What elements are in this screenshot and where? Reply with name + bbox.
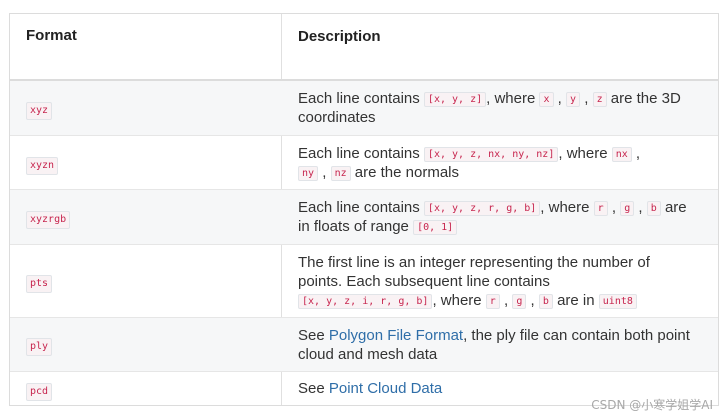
description-text: See [298, 327, 329, 344]
format-cell: xyzn [26, 156, 59, 175]
description-cell-ply: See Polygon File Format, the ply file ca… [298, 326, 694, 364]
inline-code: b [538, 294, 553, 309]
description-text: are the normals [350, 164, 459, 181]
inline-code: nz [330, 166, 351, 181]
header-format: Format [26, 27, 77, 44]
format-cell: pcd [26, 382, 53, 401]
description-text: , where [432, 292, 486, 309]
description-text: , where [540, 199, 594, 216]
format-code-pcd: pcd [26, 383, 53, 401]
description-text: , where [558, 145, 612, 162]
inline-code: [x, y, z, r, g, b] [423, 201, 541, 216]
description-text: , [499, 292, 513, 309]
inline-code: [x, y, z, nx, ny, nz] [423, 147, 559, 162]
table-row-xyzrgb: xyzrgb Each line contains [x, y, z, r, g… [10, 190, 718, 245]
inline-code: r [593, 201, 608, 216]
description-text: Each line contains [298, 90, 424, 107]
format-code-xyzn: xyzn [26, 157, 59, 175]
inline-code: ny [298, 166, 319, 181]
description-text: are in [552, 292, 599, 309]
inline-code: [0, 1] [413, 220, 458, 235]
format-cell: ply [26, 337, 53, 356]
inline-code: uint8 [598, 294, 637, 309]
description-text: Each line contains [298, 145, 424, 162]
format-code-ply: ply [26, 338, 53, 356]
inline-code: g [620, 201, 635, 216]
description-cell-xyzrgb: Each line contains [x, y, z, r, g, b], w… [298, 198, 694, 236]
inline-code: g [512, 294, 527, 309]
inline-code: y [566, 92, 581, 107]
inline-code: x [539, 92, 554, 107]
description-cell-pts: The first line is an integer representin… [298, 253, 694, 310]
format-code-xyz: xyz [26, 102, 53, 120]
point-cloud-data-link[interactable]: Point Cloud Data [329, 380, 442, 397]
description-text: , [318, 164, 331, 181]
table-row-xyz: xyz Each line contains [x, y, z], where … [10, 81, 718, 136]
header-description: Description [298, 28, 381, 45]
table-row-xyzn: xyzn Each line contains [x, y, z, nx, ny… [10, 136, 718, 190]
inline-code: b [646, 201, 661, 216]
table-row-pts: pts The first line is an integer represe… [10, 245, 718, 318]
format-code-xyzrgb: xyzrgb [26, 211, 71, 229]
format-table: Format Description xyz Each line contain… [9, 13, 719, 406]
description-text: , [580, 90, 593, 107]
description-text: See [298, 380, 329, 397]
inline-code: [x, y, z, i, r, g, b] [298, 294, 433, 309]
table-header: Format Description [10, 14, 718, 81]
description-cell-xyz: Each line contains [x, y, z], where x , … [298, 89, 694, 127]
polygon-file-format-link[interactable]: Polygon File Format [329, 327, 463, 344]
format-cell: xyz [26, 101, 53, 120]
description-text: Each line contains [298, 199, 424, 216]
description-text: The first line is an integer representin… [298, 254, 650, 290]
description-text: , where [486, 90, 540, 107]
table-row-ply: ply See Polygon File Format, the ply fil… [10, 318, 718, 372]
inline-code: z [592, 92, 607, 107]
description-text: , [607, 199, 621, 216]
description-text: , [634, 199, 647, 216]
inline-code: r [485, 294, 500, 309]
csdn-watermark: CSDN @小寒学姐学AI [591, 398, 713, 412]
format-cell: xyzrgb [26, 210, 71, 229]
description-text: , [553, 90, 567, 107]
format-code-pts: pts [26, 275, 53, 293]
description-cell-xyzn: Each line contains [x, y, z, nx, ny, nz]… [298, 144, 694, 182]
description-text: , [526, 292, 539, 309]
inline-code: [x, y, z] [423, 92, 487, 107]
format-cell: pts [26, 274, 53, 293]
description-text: , [631, 145, 641, 162]
inline-code: nx [611, 147, 632, 162]
